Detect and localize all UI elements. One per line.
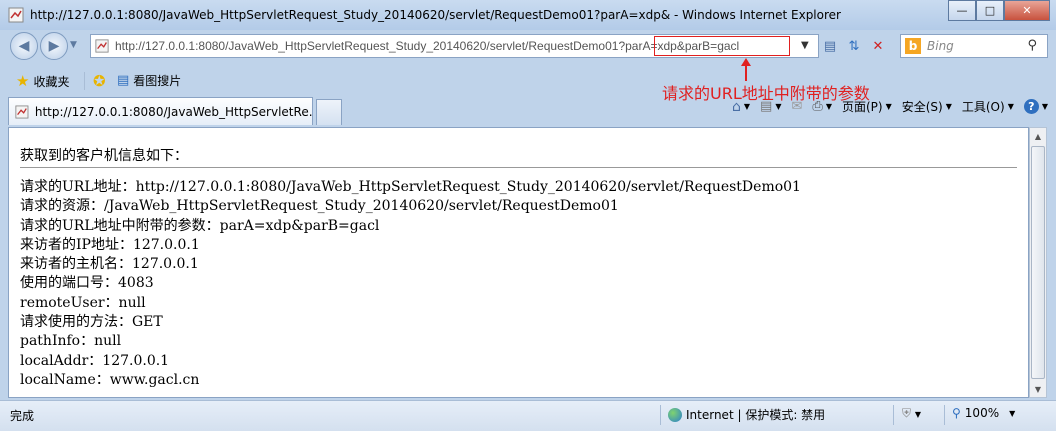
info-line: 使用的端口号：4083 — [20, 275, 154, 292]
info-line: 来访者的IP地址：127.0.0.1 — [20, 236, 200, 253]
print-button[interactable]: ⎙ ▼ — [812, 99, 832, 114]
compatibility-view-icon[interactable]: ▤ — [820, 36, 840, 56]
close-button[interactable]: ✕ — [1004, 0, 1050, 21]
page-menu[interactable]: 页面(P) ▼ — [842, 98, 892, 115]
favorites-button[interactable]: ★ 收藏夹 — [16, 72, 69, 90]
title-bar: http://127.0.0.1:8080/JavaWeb_HttpServle… — [0, 0, 1056, 30]
read-mail-button[interactable]: ✉ — [792, 99, 803, 114]
globe-icon — [668, 407, 682, 422]
recent-pages-dropdown-icon[interactable]: ▼ — [70, 40, 77, 50]
page-icon — [15, 105, 29, 118]
home-button[interactable]: ⌂ ▼ — [732, 99, 750, 115]
scroll-down-icon[interactable]: ▼ — [1030, 381, 1046, 397]
zoom-level: 100% — [964, 406, 1000, 420]
ie-page-icon: ▤ — [117, 73, 130, 88]
info-line: 请求的URL地址中附带的参数：parA=xdp&parB=gacl — [20, 217, 380, 234]
divider — [660, 405, 661, 425]
rss-icon: ▤ — [760, 99, 773, 114]
safety-menu[interactable]: 安全(S) ▼ — [902, 98, 952, 115]
new-tab-button[interactable] — [316, 99, 342, 125]
suggested-site-label: 看图搜片 — [133, 74, 182, 88]
protected-mode-button[interactable]: ⛨ ▼ — [902, 406, 921, 421]
refresh-icon[interactable]: ⇅ — [844, 36, 864, 56]
scroll-up-icon[interactable]: ▲ — [1030, 128, 1046, 144]
info-line: 请求使用的方法：GET — [20, 314, 163, 331]
url-prefix: http://127.0.0.1:8080/JavaWeb_HttpServle… — [115, 39, 626, 53]
help-icon: ? — [1023, 99, 1039, 114]
tab-bar: http://127.0.0.1:8080/JavaWeb_HttpServle… — [0, 94, 1056, 126]
page-icon — [8, 7, 24, 23]
info-line: localName：www.gacl.cn — [20, 371, 200, 388]
feeds-button[interactable]: ▤ ▼ — [760, 99, 781, 114]
info-line: localAddr：127.0.0.1 — [20, 352, 170, 369]
info-line: remoteUser：null — [20, 294, 146, 311]
help-button[interactable]: ? ▼ — [1023, 99, 1048, 114]
add-to-favorites-icon: ✪ — [93, 72, 106, 90]
home-icon: ⌂ — [732, 98, 741, 115]
scroll-thumb[interactable] — [1031, 146, 1045, 379]
minimize-button[interactable]: — — [948, 0, 976, 21]
page-icon — [95, 39, 109, 53]
info-line: 请求的资源：/JavaWeb_HttpServletRequest_Study_… — [20, 198, 619, 215]
divider — [20, 167, 1017, 168]
star-icon: ★ — [16, 72, 30, 90]
tools-menu-label: 工具(O) — [961, 100, 1005, 114]
printer-icon: ⎙ — [812, 99, 823, 114]
divider — [84, 72, 85, 90]
divider — [944, 405, 945, 425]
zoom-control[interactable]: ⚲ 100% ▼ — [952, 406, 1015, 420]
address-dropdown-icon[interactable]: ▼ — [801, 40, 809, 51]
tools-menu[interactable]: 工具(O) ▼ — [962, 98, 1014, 115]
divider — [893, 405, 894, 425]
security-zone[interactable]: Internet | 保护模式: 禁用 — [668, 406, 825, 423]
info-line: 请求的URL地址：http://127.0.0.1:8080/JavaWeb_H… — [20, 179, 801, 195]
favorites-label: 收藏夹 — [33, 74, 70, 89]
favorites-bar: ★ 收藏夹 ✪ ▤ 看图搜片 — [0, 66, 1056, 94]
back-arrow-icon: ◀ — [18, 38, 30, 54]
mail-icon: ✉ — [791, 99, 803, 114]
bing-logo-icon: b — [905, 38, 921, 54]
address-url[interactable]: http://127.0.0.1:8080/JavaWeb_HttpServle… — [115, 39, 739, 53]
navigation-bar: ◀ ▶ ▼ http://127.0.0.1:8080/JavaWeb_Http… — [0, 30, 1056, 64]
query-highlight-box — [654, 36, 790, 56]
back-button[interactable]: ◀ — [10, 32, 38, 60]
forward-arrow-icon: ▶ — [48, 38, 60, 54]
shield-icon: ⛨ — [902, 406, 912, 420]
command-bar: ⌂ ▼ ▤ ▼ ✉ ⎙ ▼ 页面(P) ▼ 安全(S) ▼ 工具(O) ▼ ? ▼ — [732, 98, 1048, 115]
security-zone-label: Internet | 保护模式: 禁用 — [686, 408, 826, 422]
search-box[interactable]: b Bing ⚲ — [900, 34, 1048, 58]
stop-icon[interactable]: ✕ — [868, 36, 888, 56]
zoom-icon: ⚲ — [952, 406, 961, 420]
page-content: 获取到的客户机信息如下： 请求的URL地址：http://127.0.0.1:8… — [8, 127, 1029, 398]
safety-menu-label: 安全(S) — [901, 100, 943, 114]
maximize-button[interactable]: □ — [976, 0, 1004, 21]
forward-button[interactable]: ▶ — [40, 32, 68, 60]
status-text: 完成 — [10, 409, 35, 423]
window-controls: — □ ✕ — [948, 0, 1050, 21]
address-tools: ▤ ⇅ ✕ — [820, 36, 888, 56]
info-line: pathInfo：null — [20, 333, 122, 350]
tab-label: http://127.0.0.1:8080/JavaWeb_HttpServle… — [34, 104, 312, 119]
page-heading: 获取到的客户机信息如下： — [20, 148, 188, 164]
address-bar[interactable]: http://127.0.0.1:8080/JavaWeb_HttpServle… — [90, 34, 819, 58]
vertical-scrollbar[interactable]: ▲ ▼ — [1029, 127, 1047, 398]
zoom-dropdown-icon[interactable]: ▼ — [1009, 409, 1015, 418]
search-icon[interactable]: ⚲ — [1027, 38, 1037, 53]
page-menu-label: 页面(P) — [841, 100, 883, 114]
status-bar: 完成 Internet | 保护模式: 禁用 ⛨ ▼ ⚲ 100% ▼ — [0, 400, 1056, 431]
search-placeholder: Bing — [927, 39, 954, 53]
suggested-site-link[interactable]: ▤ 看图搜片 — [117, 72, 181, 89]
tab-active[interactable]: http://127.0.0.1:8080/JavaWeb_HttpServle… — [8, 97, 313, 125]
window-title: http://127.0.0.1:8080/JavaWeb_HttpServle… — [30, 8, 841, 22]
client-info-list: 请求的URL地址：http://127.0.0.1:8080/JavaWeb_H… — [20, 178, 801, 390]
info-line: 来访者的主机名：127.0.0.1 — [20, 256, 199, 273]
add-favorite-button[interactable]: ✪ — [93, 72, 106, 90]
